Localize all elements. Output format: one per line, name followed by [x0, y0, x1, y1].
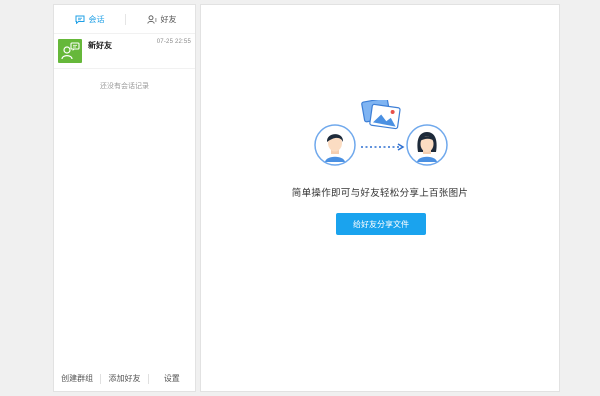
- empty-conversations-text: 还没有会话记录: [100, 83, 149, 90]
- sidebar-bottom-bar: 创建群组 添加好友 设置: [54, 366, 195, 391]
- settings-button[interactable]: 设置: [149, 373, 195, 384]
- avatar: [58, 39, 82, 63]
- arrow-icon: [361, 143, 405, 151]
- share-file-button[interactable]: 给好友分享文件: [336, 213, 426, 235]
- sidebar-tabs: 会话 好友: [54, 5, 195, 34]
- new-friend-icon: [61, 42, 80, 60]
- tab-sessions-label: 会话: [88, 15, 105, 24]
- photos-icon: [361, 100, 401, 130]
- girl-avatar-icon: [406, 124, 448, 166]
- main-panel: 简单操作即可与好友轻松分享上百张图片 给好友分享文件: [200, 4, 560, 392]
- conversation-item[interactable]: 新好友 07-25 22:55: [54, 35, 195, 69]
- create-group-button[interactable]: 创建群组: [54, 373, 100, 384]
- tab-sessions[interactable]: 会话: [54, 5, 125, 34]
- sidebar: 会话 好友 新好友 07-25 22:55 还没有会话记录 创建群组 添加好友 …: [53, 4, 196, 392]
- tab-friends-label: 好友: [160, 15, 177, 24]
- tab-friends[interactable]: 好友: [126, 5, 197, 34]
- conversation-time: 07-25 22:55: [156, 39, 191, 45]
- boy-avatar-icon: [314, 124, 356, 166]
- add-friend-button[interactable]: 添加好友: [101, 373, 147, 384]
- share-headline: 简单操作即可与好友轻松分享上百张图片: [291, 188, 469, 199]
- share-illustration: [314, 100, 448, 166]
- conversation-name: 新好友: [88, 41, 112, 50]
- friends-icon: [146, 15, 157, 24]
- chat-icon: [75, 15, 84, 24]
